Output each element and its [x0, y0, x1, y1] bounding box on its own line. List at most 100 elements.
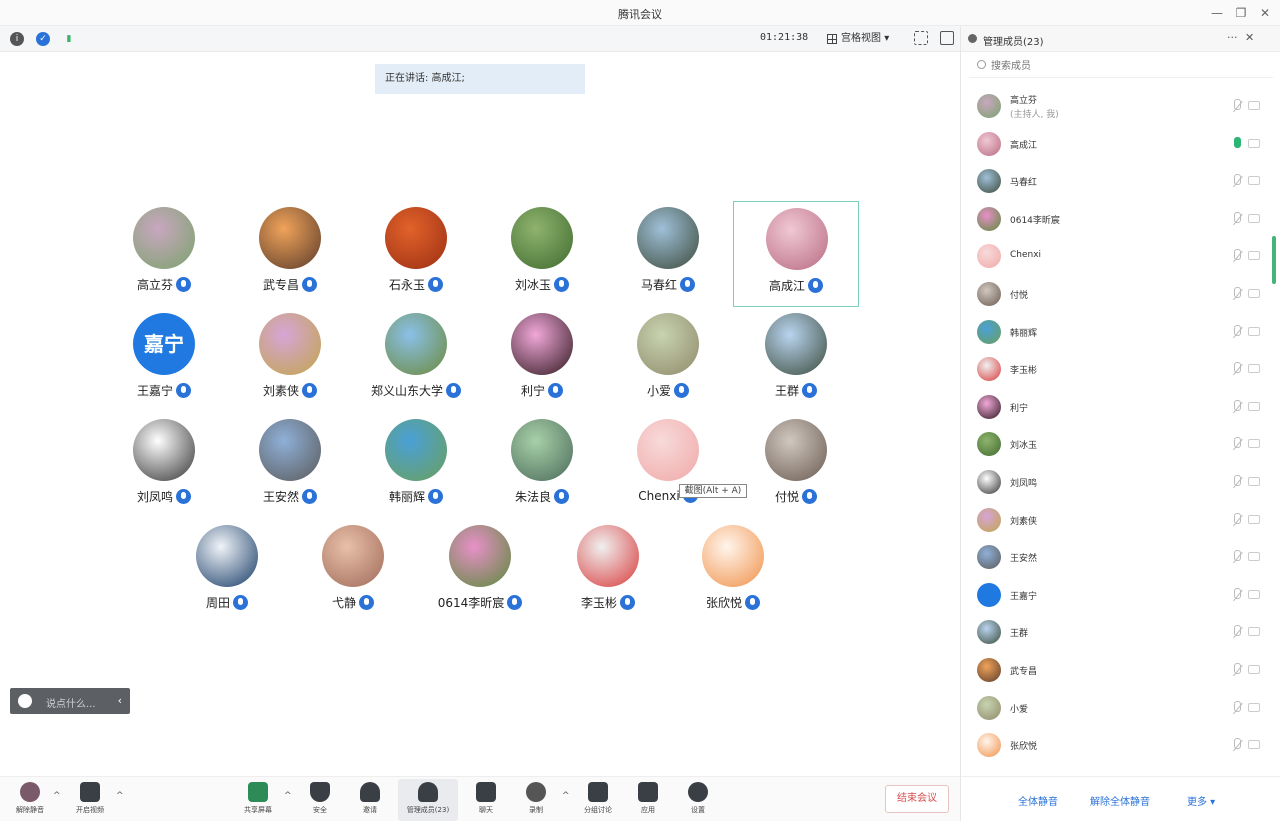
camera-off-icon[interactable] [1248, 251, 1260, 261]
participant-tile[interactable]: 利宁 [479, 307, 605, 413]
member-row[interactable]: 高立芬 (主持人, 我) [961, 88, 1280, 126]
participant-tile[interactable]: 刘冰玉 [479, 201, 605, 307]
search-input[interactable] [991, 58, 1251, 74]
member-row[interactable]: 利宁 [961, 389, 1280, 427]
close-icon[interactable]: ✕ [1254, 3, 1276, 23]
mute-options-icon[interactable]: ^ [53, 791, 61, 801]
camera-off-icon[interactable] [1248, 213, 1260, 223]
camera-off-icon[interactable] [1248, 439, 1260, 449]
video-options-icon[interactable]: ^ [116, 791, 124, 801]
share-screen-button[interactable]: 共享屏幕 [232, 779, 284, 821]
scrollbar[interactable] [1272, 236, 1276, 284]
mic-on-icon[interactable] [1231, 136, 1243, 151]
member-row[interactable]: 王嘉宁 [961, 577, 1280, 615]
camera-off-icon[interactable] [1248, 101, 1260, 110]
restore-icon[interactable]: ❐ [1230, 3, 1252, 23]
camera-off-icon[interactable] [1248, 740, 1260, 750]
participant-tile[interactable]: 马春红 [605, 201, 731, 307]
fullscreen-icon[interactable] [914, 31, 928, 45]
participant-tile[interactable]: 刘凤鸣 [101, 413, 227, 519]
mic-muted-icon[interactable] [1231, 174, 1243, 188]
share-options-icon[interactable]: ^ [284, 791, 292, 801]
mic-muted-icon[interactable] [1231, 512, 1243, 527]
more-icon[interactable]: ··· [1227, 31, 1238, 44]
camera-off-icon[interactable] [1248, 552, 1260, 562]
record-button[interactable]: 录制 [510, 779, 562, 821]
chat-input[interactable]: 说点什么... ‹ [10, 688, 130, 714]
mic-muted-icon[interactable] [1231, 362, 1243, 376]
view-switch-button[interactable]: 宫格视图 ▾ [825, 30, 889, 48]
participant-tile[interactable]: 武专昌 [227, 201, 353, 307]
participant-tile[interactable]: 小爱 [605, 307, 731, 413]
signal-icon[interactable]: ▮ [62, 32, 76, 46]
participant-tile[interactable]: 王安然 [227, 413, 353, 519]
collapse-icon[interactable]: ‹ [118, 694, 122, 707]
mic-muted-icon[interactable] [1231, 286, 1243, 301]
camera-off-icon[interactable] [1248, 326, 1260, 336]
mic-muted-icon[interactable] [1231, 550, 1243, 564]
member-row[interactable]: 付悦 [961, 276, 1280, 314]
mic-muted-icon[interactable] [1231, 437, 1243, 451]
manage-members-button[interactable]: 管理成员(23) [398, 779, 458, 821]
mic-muted-icon[interactable] [1231, 662, 1243, 677]
mute-button[interactable]: 解除静音 [4, 779, 56, 821]
participant-tile[interactable]: 郑义山东大学 [353, 307, 479, 413]
participant-tile[interactable]: 付悦 [733, 413, 859, 519]
member-row[interactable]: 高成江 [961, 126, 1280, 164]
mic-muted-icon[interactable] [1231, 249, 1243, 263]
member-row[interactable]: 马春红 [961, 163, 1280, 201]
participant-tile[interactable]: 高立芬 [101, 201, 227, 307]
breakout-button[interactable]: 分组讨论 [572, 779, 624, 821]
camera-off-icon[interactable] [1248, 589, 1260, 599]
mute-all-button[interactable]: 全体静音 [1018, 793, 1058, 808]
end-meeting-button[interactable]: 结束会议 [885, 785, 949, 813]
mic-muted-icon[interactable] [1231, 738, 1243, 752]
mic-muted-icon[interactable] [1231, 474, 1243, 489]
participant-tile[interactable]: 嘉宁 王嘉宁 [101, 307, 227, 413]
record-options-icon[interactable]: ^ [562, 791, 570, 801]
camera-off-icon[interactable] [1248, 627, 1260, 637]
camera-off-icon[interactable] [1248, 664, 1260, 674]
participant-tile[interactable]: 王群 [733, 307, 859, 413]
camera-off-icon[interactable] [1248, 476, 1260, 486]
mic-muted-icon[interactable] [1231, 211, 1243, 226]
participant-tile[interactable]: 石永玉 [353, 201, 479, 307]
participant-tile[interactable]: 周田 [164, 519, 290, 625]
more-button[interactable]: 更多 ▾ [1187, 793, 1215, 808]
unmute-all-button[interactable]: 解除全体静音 [1090, 793, 1150, 808]
invite-button[interactable]: 邀请 [344, 779, 396, 821]
close-panel-icon[interactable]: ✕ [1245, 31, 1254, 44]
camera-off-icon[interactable] [1248, 138, 1260, 148]
info-icon[interactable]: i [10, 32, 24, 46]
member-row[interactable]: 王群 [961, 614, 1280, 652]
member-row[interactable]: 小爱 [961, 690, 1280, 728]
member-row[interactable]: 王安然 [961, 539, 1280, 577]
participant-tile[interactable]: Chenxi [605, 413, 731, 519]
mic-muted-icon[interactable] [1231, 625, 1243, 639]
camera-off-icon[interactable] [1248, 176, 1260, 186]
member-row[interactable]: 韩丽辉 [961, 314, 1280, 352]
camera-off-icon[interactable] [1248, 702, 1260, 712]
camera-off-icon[interactable] [1248, 514, 1260, 524]
sidebar-toggle-icon[interactable] [940, 31, 954, 45]
minimize-icon[interactable]: — [1206, 3, 1228, 23]
mic-muted-icon[interactable] [1231, 587, 1243, 602]
member-row[interactable]: 武专昌 [961, 652, 1280, 690]
member-row[interactable]: 刘冰玉 [961, 426, 1280, 464]
camera-off-icon[interactable] [1248, 364, 1260, 374]
participant-tile[interactable]: 朱法良 [479, 413, 605, 519]
video-button[interactable]: 开启视频 [64, 779, 116, 821]
mic-muted-icon[interactable] [1231, 99, 1243, 113]
participant-tile[interactable]: 高成江 [733, 201, 859, 307]
apps-button[interactable]: 应用 [622, 779, 674, 821]
settings-button[interactable]: 设置 [672, 779, 724, 821]
member-row[interactable]: 张欣悦 [961, 727, 1280, 765]
participant-tile[interactable]: 0614李昕宸 [417, 519, 543, 625]
camera-off-icon[interactable] [1248, 288, 1260, 298]
member-row[interactable]: 刘素侠 [961, 502, 1280, 540]
participant-tile[interactable]: 刘素侠 [227, 307, 353, 413]
participant-tile[interactable]: 李玉彬 [545, 519, 671, 625]
security-button[interactable]: 安全 [294, 779, 346, 821]
camera-off-icon[interactable] [1248, 401, 1260, 411]
member-row[interactable]: 刘凤鸣 [961, 464, 1280, 502]
